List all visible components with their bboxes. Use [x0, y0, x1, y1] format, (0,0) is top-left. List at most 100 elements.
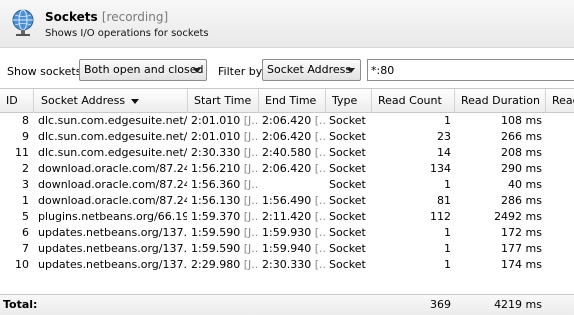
row-id: 9 [22, 130, 29, 143]
row-start-time-value: 1:59.590 [191, 226, 241, 239]
column-header-id[interactable]: ID [0, 89, 34, 113]
row-socket-address: download.oracle.com/87.24... [38, 178, 187, 191]
row-end-time-detail: [... [314, 210, 325, 223]
row-read-count: 14 [437, 146, 451, 159]
table-row[interactable]: 7 updates.netbeans.org/137.... 1:59.590 [J… [0, 241, 574, 257]
row-start-time: 1:56.210 [J... [188, 161, 258, 177]
chevron-down-icon [347, 68, 355, 73]
row-read-count: 1 [444, 258, 451, 271]
row-socket-address: plugins.netbeans.org/66.19... [38, 210, 187, 223]
column-header-read-count[interactable]: Read Count [372, 89, 455, 113]
row-read-duration: 174 ms [501, 258, 542, 271]
row-end-time: 1:59.940 [... [259, 241, 325, 257]
row-start-time: 1:59.370 [J... [188, 209, 258, 225]
row-start-time-detail: [J... [243, 258, 258, 271]
table-row[interactable]: 10 updates.netbeans.org/137.... 2:29.980 [… [0, 257, 574, 273]
chevron-down-icon [193, 68, 201, 73]
column-header-start-time[interactable]: Start Time [188, 89, 259, 113]
row-read-count: 1 [444, 114, 451, 127]
row-type: Socket [329, 242, 366, 255]
view-title-text: Sockets [45, 10, 98, 24]
column-header-socket-address[interactable]: Socket Address [35, 89, 188, 113]
row-start-time-value: 1:59.370 [191, 210, 241, 223]
row-socket-address: updates.netbeans.org/137.... [38, 226, 187, 239]
row-id: 2 [22, 162, 29, 175]
table-row[interactable]: 5 plugins.netbeans.org/66.19... 1:59.370 [… [0, 209, 574, 225]
column-header-type[interactable]: Type [326, 89, 372, 113]
row-read-count: 1 [444, 226, 451, 239]
row-socket-address: download.oracle.com/87.24... [38, 162, 187, 175]
row-type: Socket [329, 226, 366, 239]
row-id: 5 [22, 210, 29, 223]
row-socket-address: updates.netbeans.org/137.... [38, 258, 187, 271]
row-start-time-detail: [J... [243, 178, 258, 191]
row-read-duration: 2492 ms [494, 210, 542, 223]
table-row[interactable]: 9 dlc.sun.com.edgesuite.net/... 2:01.010 [… [0, 129, 574, 145]
table-row[interactable]: 2 download.oracle.com/87.24... 1:56.210 [J… [0, 161, 574, 177]
row-read-count: 134 [430, 162, 451, 175]
row-end-time: 2:40.580 [... [259, 145, 325, 161]
sockets-globe-icon [12, 9, 34, 36]
row-start-time: 2:01.010 [J... [188, 113, 258, 129]
row-socket-address: dlc.sun.com.edgesuite.net/... [38, 114, 187, 127]
row-start-time: 2:29.980 [J... [188, 257, 258, 273]
row-start-time-detail: [J... [243, 226, 258, 239]
column-header-read[interactable]: Read [546, 89, 574, 113]
row-read-count: 112 [430, 210, 451, 223]
column-header-end-time[interactable]: End Time [259, 89, 326, 113]
row-end-time-value: 1:59.940 [262, 242, 312, 255]
table-row[interactable]: 3 download.oracle.com/87.24... 1:56.360 [J… [0, 177, 574, 193]
table-row[interactable]: 6 updates.netbeans.org/137.... 1:59.590 [J… [0, 225, 574, 241]
row-type: Socket [329, 194, 366, 207]
row-end-time-value: 2:30.330 [262, 258, 312, 271]
row-end-time: 2:06.420 [... [259, 161, 325, 177]
row-end-time: 2:11.420 [... [259, 209, 325, 225]
row-read-count: 1 [444, 178, 451, 191]
row-type: Socket [329, 258, 366, 271]
show-sockets-select[interactable]: Both open and closed [79, 59, 207, 81]
table-row[interactable]: 8 dlc.sun.com.edgesuite.net/... 2:01.010 [… [0, 113, 574, 129]
filter-by-select[interactable]: Socket Address [262, 59, 361, 81]
row-start-time: 1:59.590 [J... [188, 241, 258, 257]
row-end-time-detail: [... [314, 258, 325, 271]
table-row[interactable]: 11 dlc.sun.com.edgesuite.net/... 2:30.330 … [0, 145, 574, 161]
row-start-time-value: 1:56.130 [191, 194, 241, 207]
filter-by-value: Socket Address [267, 63, 352, 76]
row-end-time-value: 2:40.580 [262, 146, 312, 159]
row-socket-address: download.oracle.com/87.24... [38, 194, 187, 207]
row-start-time-value: 2:29.980 [191, 258, 241, 271]
row-type: Socket [329, 146, 366, 159]
row-start-time: 2:30.330 [J... [188, 145, 258, 161]
row-read-duration: 108 ms [501, 114, 542, 127]
row-start-time-detail: [J... [243, 210, 258, 223]
filter-by-label: Filter by [218, 65, 263, 78]
row-start-time-value: 2:30.330 [191, 146, 241, 159]
table-row[interactable]: 1 download.oracle.com/87.24... 1:56.130 [J… [0, 193, 574, 209]
table-body: 8 dlc.sun.com.edgesuite.net/... 2:01.010 [… [0, 113, 574, 273]
row-end-time-detail: [... [314, 146, 325, 159]
row-end-time-value: 2:06.420 [262, 114, 312, 127]
row-type: Socket [329, 114, 366, 127]
row-start-time-detail: [J... [243, 146, 258, 159]
filter-toolbar: Show sockets: Both open and closed Filte… [0, 56, 574, 84]
row-read-count: 81 [437, 194, 451, 207]
row-end-time-value: 1:56.490 [262, 194, 312, 207]
row-start-time-detail: [J... [243, 194, 258, 207]
row-end-time-detail: [... [314, 226, 325, 239]
row-socket-address: dlc.sun.com.edgesuite.net/... [38, 146, 187, 159]
view-header: Sockets [recording] Shows I/O operations… [0, 0, 574, 48]
column-header-read-duration[interactable]: Read Duration [455, 89, 546, 113]
row-id: 1 [22, 194, 29, 207]
row-end-time: 1:59.930 [... [259, 225, 325, 241]
row-read-duration: 40 ms [508, 178, 542, 191]
row-start-time: 1:56.360 [J... [188, 177, 258, 193]
row-end-time-detail: [... [314, 162, 325, 175]
row-start-time-detail: [J... [243, 242, 258, 255]
totals-row: Total: 369 4219 ms [0, 294, 574, 315]
row-end-time-value: 2:11.420 [262, 210, 312, 223]
row-read-duration: 290 ms [501, 162, 542, 175]
view-description: Shows I/O operations for sockets [45, 28, 209, 39]
sockets-table: ID Socket Address Start Time End Time Ty… [0, 88, 574, 315]
filter-input[interactable] [367, 59, 574, 81]
row-start-time-detail: [J... [243, 114, 258, 127]
